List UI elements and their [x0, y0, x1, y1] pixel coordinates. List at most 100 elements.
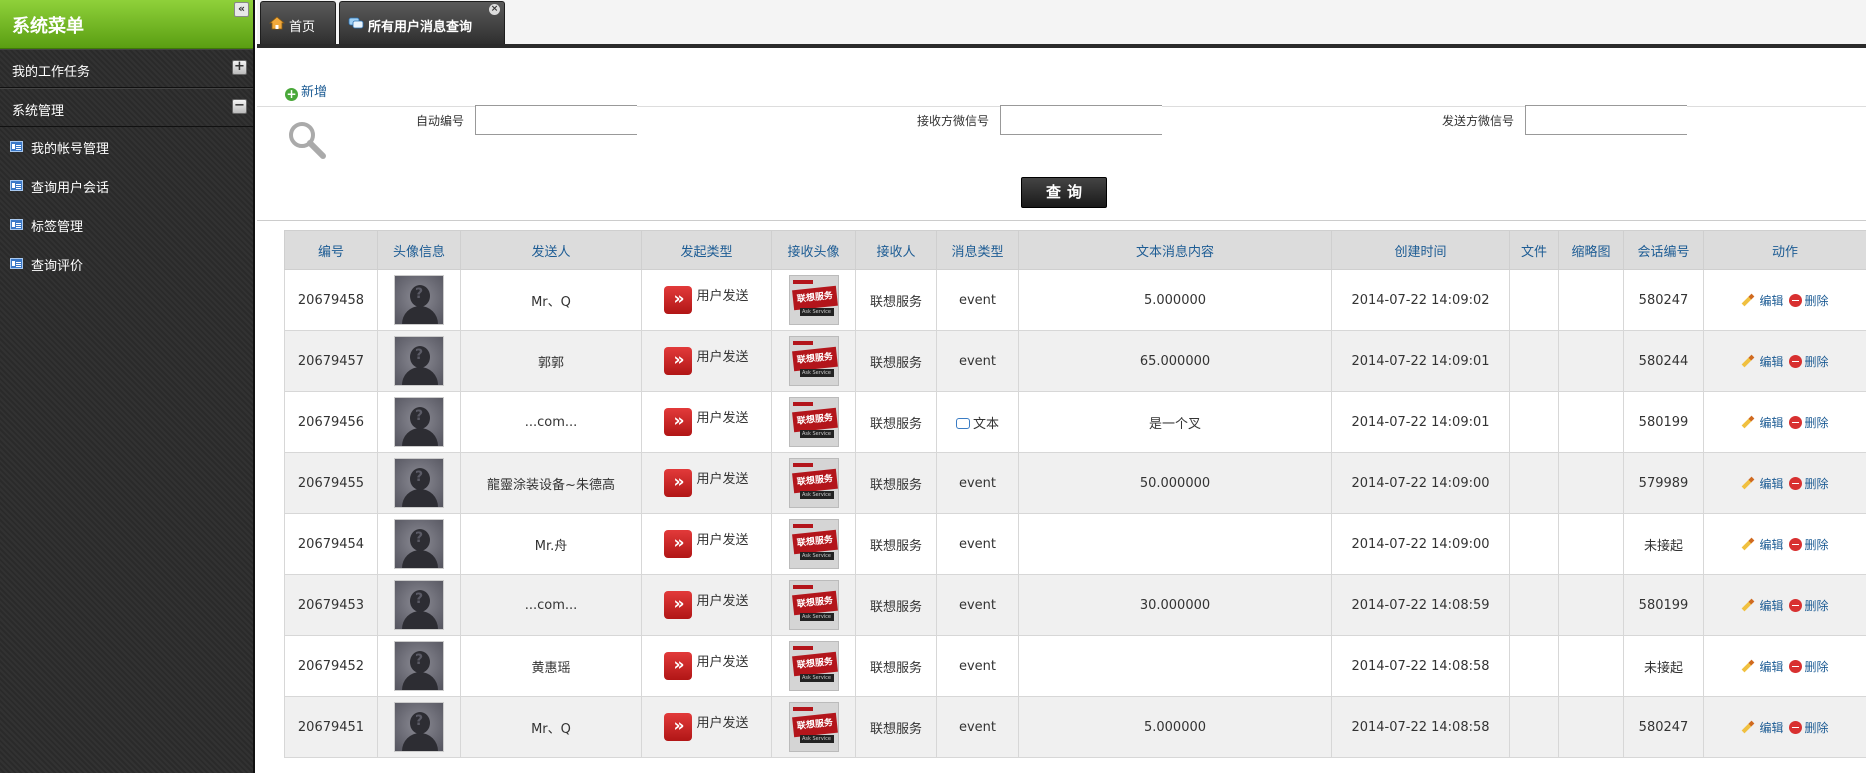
receiver-wechat-input[interactable]: [1000, 105, 1162, 135]
delete-button[interactable]: 删除: [1784, 354, 1829, 369]
user-avatar[interactable]: ?: [394, 458, 444, 508]
delete-button[interactable]: 删除: [1784, 537, 1829, 552]
receiver-sub-text: Ask Service: [799, 674, 834, 682]
delete-button[interactable]: 删除: [1784, 598, 1829, 613]
tab-home[interactable]: 首页: [260, 1, 336, 44]
sidebar-item-user-sessions[interactable]: 查询用户会话: [0, 166, 253, 205]
delete-icon: [1788, 537, 1802, 551]
user-avatar[interactable]: ?: [394, 397, 444, 447]
cell-text-content: 50.000000: [1018, 452, 1332, 514]
msg-type-text: event: [958, 353, 997, 369]
edit-button[interactable]: 编辑: [1741, 598, 1784, 613]
receiver-avatar[interactable]: 联想服务 Ask Service: [788, 275, 839, 325]
col-header-session[interactable]: 会话编号: [1623, 230, 1704, 270]
avatar-glyph: ?: [415, 286, 424, 302]
cell-thumbnail: [1558, 696, 1624, 758]
cell-receiver: 联想服务: [855, 635, 937, 697]
delete-button[interactable]: 删除: [1784, 476, 1829, 491]
user-avatar[interactable]: ?: [394, 641, 444, 691]
col-header-receiver[interactable]: 接收人: [855, 230, 937, 270]
receiver-avatar[interactable]: 联想服务 Ask Service: [788, 702, 839, 752]
table-row: 20679455 ? 龍靈涂装设备~朱德高 » 用户发送 联想服务 Ask Serv…: [284, 452, 1866, 514]
receiver-avatar[interactable]: 联想服务 Ask Service: [788, 397, 839, 447]
delete-button[interactable]: 删除: [1784, 659, 1829, 674]
cell-send-type: » 用户发送: [641, 696, 772, 758]
tab-all-user-messages[interactable]: 所有用户消息查询 ×: [339, 1, 505, 44]
cell-actions: 编辑 删除: [1703, 330, 1866, 392]
user-send-icon: »: [664, 286, 693, 314]
cell-created: 2014-07-22 14:09:01: [1331, 391, 1510, 453]
pencil-icon: [1742, 354, 1755, 367]
home-icon: [269, 16, 285, 30]
cell-send-type: » 用户发送: [641, 635, 772, 697]
add-label: 新增: [301, 85, 328, 100]
collapse-icon[interactable]: −: [232, 99, 247, 114]
table-row: 20679452 ? 黄惠瑶 » 用户发送 联想服务 Ask Service 联想服…: [284, 635, 1866, 697]
collapse-sidebar-icon[interactable]: «: [234, 2, 249, 17]
query-button[interactable]: 查询: [1021, 177, 1107, 208]
user-avatar[interactable]: ?: [394, 336, 444, 386]
edit-button[interactable]: 编辑: [1741, 354, 1784, 369]
tab-label: 首页: [289, 20, 316, 35]
sidebar-item-label: 我的帐号管理: [31, 142, 110, 157]
receiver-avatar[interactable]: 联想服务 Ask Service: [788, 641, 839, 691]
add-button[interactable]: + 新增: [285, 81, 327, 101]
user-avatar[interactable]: ?: [394, 519, 444, 569]
edit-button[interactable]: 编辑: [1741, 415, 1784, 430]
receiver-avatar[interactable]: 联想服务 Ask Service: [788, 458, 839, 508]
col-header-avatar[interactable]: 头像信息: [377, 230, 461, 270]
user-avatar[interactable]: ?: [394, 580, 444, 630]
delete-button[interactable]: 删除: [1784, 720, 1829, 735]
col-header-receiver-avatar[interactable]: 接收头像: [771, 230, 856, 270]
receiver-avatar[interactable]: 联想服务 Ask Service: [788, 336, 839, 386]
col-header-text-content[interactable]: 文本消息内容: [1018, 230, 1332, 270]
cell-msg-type: 文本: [936, 391, 1019, 453]
delete-icon: [1788, 293, 1802, 307]
receiver-avatar[interactable]: 联想服务 Ask Service: [788, 580, 839, 630]
col-header-thumbnail[interactable]: 缩略图: [1558, 230, 1624, 270]
sidebar-item-tag-management[interactable]: 标签管理: [0, 205, 253, 244]
receiver-avatar[interactable]: 联想服务 Ask Service: [788, 519, 839, 569]
col-header-sender[interactable]: 发送人: [460, 230, 642, 270]
cell-text-content: 30.000000: [1018, 574, 1332, 636]
col-header-msg-type[interactable]: 消息类型: [936, 230, 1019, 270]
sidebar-item-query-reviews[interactable]: 查询评价: [0, 244, 253, 283]
cell-send-type: » 用户发送: [641, 391, 772, 453]
form-icon: [10, 258, 23, 269]
expand-icon[interactable]: +: [232, 60, 247, 75]
edit-button[interactable]: 编辑: [1741, 720, 1784, 735]
edit-button[interactable]: 编辑: [1741, 476, 1784, 491]
user-avatar[interactable]: ?: [394, 702, 444, 752]
cell-sender: ...com...: [460, 391, 642, 453]
sidebar-section-my-tasks[interactable]: 我的工作任务 +: [0, 49, 253, 88]
cell-id: 20679451: [284, 696, 378, 758]
form-icon: [10, 180, 23, 191]
col-header-id[interactable]: 编号: [284, 230, 378, 270]
pencil-icon: [1742, 415, 1755, 428]
col-header-file[interactable]: 文件: [1509, 230, 1559, 270]
col-header-send-type[interactable]: 发起类型: [641, 230, 772, 270]
receiver-sub-text: Ask Service: [799, 552, 834, 560]
close-icon[interactable]: ×: [489, 4, 500, 15]
edit-button[interactable]: 编辑: [1741, 659, 1784, 674]
user-send-icon: »: [664, 408, 693, 436]
sidebar-item-account-management[interactable]: 我的帐号管理: [0, 127, 253, 166]
delete-button[interactable]: 删除: [1784, 293, 1829, 308]
send-type-text: 用户发送: [696, 349, 749, 365]
edit-label: 编辑: [1759, 659, 1784, 674]
divider: [257, 220, 1866, 221]
sidebar-section-system-management[interactable]: 系统管理 −: [0, 88, 253, 127]
auto-id-input[interactable]: [475, 105, 637, 135]
sender-wechat-input[interactable]: [1525, 105, 1687, 135]
edit-button[interactable]: 编辑: [1741, 537, 1784, 552]
send-type-text: 用户发送: [696, 471, 749, 487]
col-header-actions[interactable]: 动作: [1703, 230, 1866, 270]
delete-icon: [1788, 659, 1802, 673]
form-icon: [10, 141, 23, 152]
col-header-created[interactable]: 创建时间: [1331, 230, 1510, 270]
cell-actions: 编辑 删除: [1703, 696, 1866, 758]
edit-button[interactable]: 编辑: [1741, 293, 1784, 308]
delete-button[interactable]: 删除: [1784, 415, 1829, 430]
cell-receiver-avatar: 联想服务 Ask Service: [771, 391, 856, 453]
user-avatar[interactable]: ?: [394, 275, 444, 325]
